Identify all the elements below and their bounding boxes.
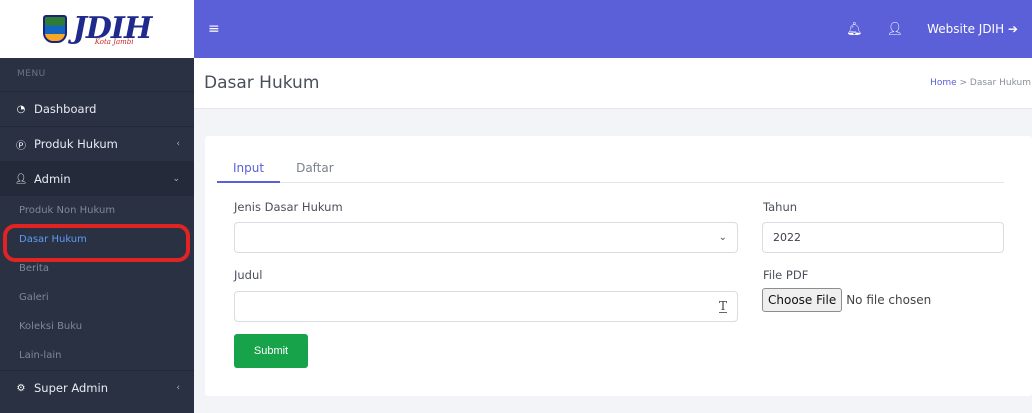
menu-toggle-icon[interactable]: ≡ — [208, 21, 220, 37]
breadcrumb: Home > Dasar Hukum — [930, 78, 1032, 88]
tahun-input[interactable]: 2022 — [762, 222, 1004, 253]
sidebar-item-label: Super Admin — [34, 381, 108, 395]
p-circle-icon: Ⓟ — [16, 140, 26, 152]
user-icon: 👤︎ — [14, 173, 28, 185]
jenis-dasar-hukum-label: Jenis Dasar Hukum — [234, 200, 343, 214]
bell-icon[interactable]: 🔔︎ — [846, 22, 863, 37]
tab-input[interactable]: Input — [217, 153, 281, 183]
tahun-value: 2022 — [773, 231, 801, 244]
logo-text: JDIH Kota Jambi — [72, 11, 153, 46]
sidebar-subitem-lain-lain[interactable]: Lain-lain — [0, 341, 194, 370]
highlight-annotation — [3, 224, 190, 262]
sidebar-item-label: Produk Hukum — [34, 137, 118, 151]
chevron-left-icon: ‹ — [176, 139, 180, 149]
topbar: ≡ 🔔︎ 👤︎ Website JDIH ➔ — [194, 0, 1032, 58]
menu-heading: MENU — [17, 69, 46, 79]
logo-subtext: Kota Jambi — [94, 38, 134, 46]
gear-icon: ⚙ — [16, 382, 26, 394]
sidebar-item-label: Admin — [34, 172, 71, 186]
logo[interactable]: JDIH Kota Jambi — [0, 0, 194, 58]
tahun-label: Tahun — [763, 200, 798, 214]
sidebar-item-super-admin[interactable]: ⚙ Super Admin ‹ — [0, 370, 194, 405]
website-link[interactable]: Website JDIH ➔ — [927, 22, 1018, 36]
form-card: Input Daftar Jenis Dasar Hukum ⌄ Tahun 2… — [205, 136, 1032, 396]
chevron-down-icon: ⌄ — [172, 174, 180, 184]
tab-daftar[interactable]: Daftar — [280, 153, 350, 183]
sidebar-item-label: Dashboard — [34, 102, 97, 116]
dashboard-icon: ◔ — [16, 103, 26, 115]
breadcrumb-current: Dasar Hukum — [969, 78, 1031, 88]
judul-input[interactable]: T — [234, 291, 738, 322]
judul-label: Judul — [234, 268, 263, 282]
emblem-icon — [42, 15, 67, 43]
sidebar-subitem-produk-non-hukum[interactable]: Produk Non Hukum — [0, 196, 194, 225]
sidebar-subitem-koleksi-buku[interactable]: Koleksi Buku — [0, 312, 194, 341]
jenis-dasar-hukum-select[interactable]: ⌄ — [234, 222, 738, 253]
file-pdf-label: File PDF — [763, 268, 809, 282]
chevron-left-icon: ‹ — [176, 383, 180, 393]
tab-bar: Input Daftar — [217, 153, 1004, 183]
file-status: No file chosen — [846, 293, 932, 307]
page-header: Dasar Hukum Home > Dasar Hukum — [194, 58, 1032, 109]
submit-button[interactable]: Submit — [234, 334, 308, 368]
text-format-icon: T — [718, 299, 727, 313]
user-icon[interactable]: 👤︎ — [887, 22, 904, 37]
breadcrumb-separator: > — [956, 78, 970, 88]
sidebar-item-produk-hukum[interactable]: Ⓟ Produk Hukum ‹ — [0, 126, 194, 161]
sidebar-subitem-galeri[interactable]: Galeri — [0, 283, 194, 312]
page-title: Dasar Hukum — [204, 73, 320, 93]
sidebar-item-admin[interactable]: 👤︎ Admin ⌄ — [0, 161, 194, 196]
breadcrumb-home[interactable]: Home — [930, 78, 957, 88]
sidebar-item-dashboard[interactable]: ◔ Dashboard — [0, 91, 194, 126]
file-pdf-input[interactable]: Choose File No file chosen — [762, 288, 931, 312]
choose-file-button[interactable]: Choose File — [762, 288, 843, 312]
chevron-down-icon: ⌄ — [718, 232, 727, 243]
sidebar: JDIH Kota Jambi MENU ◔ Dashboard Ⓟ Produk… — [0, 0, 194, 413]
